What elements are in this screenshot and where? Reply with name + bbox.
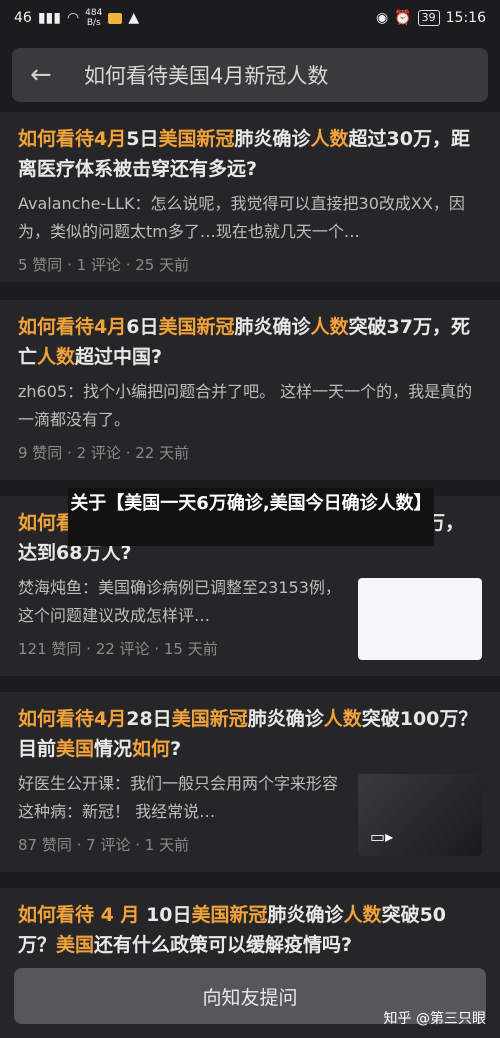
watermark: 知乎 @第三只眼 — [383, 1011, 486, 1027]
result-title[interactable]: 如何看待4月28日美国新冠肺炎确诊人数突破100万？目前美国情况如何? — [18, 704, 482, 764]
network-speed: 484 B/s — [85, 8, 103, 28]
mail-icon — [108, 12, 123, 24]
status-bar: 46 ▮▮▮ ◠ 484 B/s ▲ ◉ ⏰ 39 15:16 — [0, 0, 500, 36]
result-meta: 5 赞同 · 1 评论 · 25 天前 — [18, 256, 190, 274]
result-title[interactable]: 如何看待4月6日美国新冠肺炎确诊人数突破37万，死亡人数超过中国? — [18, 312, 482, 372]
result-title[interactable]: 如何看待 4 月 10日美国新冠肺炎确诊人数突破50万？美国还有什么政策可以缓解… — [18, 900, 482, 960]
result-excerpt: Avalanche-LLK：怎么说呢，我觉得可以直接把30改成XX，因为，类似的… — [18, 194, 465, 241]
result-excerpt: zh605：找个小编把问题合并了吧。 这样一天一个的，我是真的一滴都没有了。 — [18, 382, 473, 429]
overlay-caption: 关于【美国一天6万确诊,美国今日确诊人数】 — [68, 488, 434, 546]
time: 15:16 — [445, 10, 486, 26]
video-thumbnail[interactable]: ▭▸ — [358, 774, 482, 856]
search-input[interactable]: 如何看待美国4月新冠人数 — [84, 60, 328, 90]
result-card[interactable]: 如何看待4月6日美国新冠肺炎确诊人数突破37万，死亡人数超过中国? zh605：… — [0, 300, 500, 480]
eye-icon: ◉ — [375, 10, 389, 26]
search-bar[interactable]: ← 如何看待美国4月新冠人数 — [12, 48, 488, 102]
result-excerpt: 好医生公开课：我们一般只会用两个字来形容这种病：新冠！ 我经常说… — [18, 774, 339, 821]
back-arrow-icon[interactable]: ← — [30, 60, 74, 90]
battery-indicator: 39 — [417, 10, 440, 26]
result-excerpt: 焚海炖鱼：美国确诊病例已调整至23153例，这个问题建议改成怎样评… — [18, 578, 341, 625]
result-card[interactable]: 如何看待4月5日美国新冠肺炎确诊人数超过30万，距离医疗体系被击穿还有多远? A… — [0, 112, 500, 282]
tweet-thumbnail[interactable] — [358, 578, 482, 660]
result-title[interactable]: 如何看待4月5日美国新冠肺炎确诊人数超过30万，距离医疗体系被击穿还有多远? — [18, 124, 482, 184]
warning-icon: ▲ — [128, 10, 140, 26]
wifi-icon: ◠ — [66, 10, 80, 26]
video-icon: ▭▸ — [370, 827, 394, 846]
network-type: 46 — [14, 10, 32, 26]
result-card[interactable]: 如何看待4月28日美国新冠肺炎确诊人数突破100万？目前美国情况如何? 好医生公… — [0, 692, 500, 872]
alarm-icon: ⏰ — [394, 10, 412, 26]
result-meta: 9 赞同 · 2 评论 · 22 天前 — [18, 444, 190, 462]
signal-icon: ▮▮▮ — [37, 10, 61, 26]
